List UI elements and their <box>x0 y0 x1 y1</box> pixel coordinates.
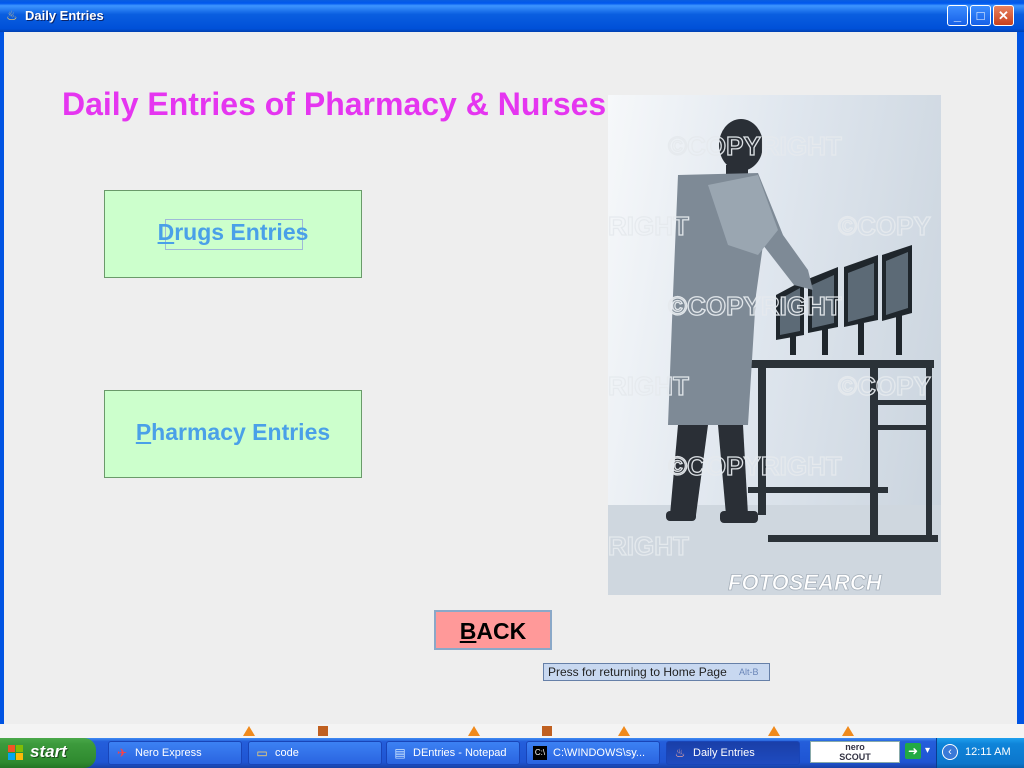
notepad-icon: ▤ <box>394 746 406 760</box>
nero-scout-toolbar[interactable]: nero SCOUT <box>810 741 900 763</box>
task-notepad[interactable]: ▤ DEntries - Notepad <box>386 741 520 765</box>
nero-icon: ✈ <box>116 746 128 760</box>
tooltip-text: Press for returning to Home Page <box>548 665 727 679</box>
windows-logo-icon <box>8 745 23 760</box>
doctor-photo: ©COPYRIGHT ©COPY RIGHT ©COPYRIGHT RIGHT … <box>608 95 941 595</box>
taskbar: start ✈ Nero Express ▭ code ▤ DEntries -… <box>0 738 1024 768</box>
go-arrow-icon[interactable]: ➜ <box>905 743 921 759</box>
watermark-text: ©COPYRIGHT <box>668 451 842 481</box>
page-title: Daily Entries of Pharmacy & Nurses <box>62 86 607 122</box>
pharmacy-entries-label: Pharmacy Entries <box>135 419 331 445</box>
watermark-text: RIGHT <box>608 531 689 561</box>
start-label: start <box>30 742 67 761</box>
watermark-text: RIGHT <box>608 211 689 241</box>
back-tooltip: Press for returning to Home Page Alt-B <box>543 663 770 681</box>
task-label: DEntries - Notepad <box>413 747 507 759</box>
title-bar[interactable]: ♨ Daily Entries _ □ ✕ <box>0 0 1024 32</box>
task-command-prompt[interactable]: C:\ C:\WINDOWS\sy... <box>526 741 660 765</box>
system-tray: ‹ 12:11 AM <box>936 738 1024 768</box>
watermark-text: RIGHT <box>608 371 689 401</box>
chevron-down-icon[interactable]: ▾ <box>925 745 930 756</box>
drugs-entries-button[interactable]: Drugs Entries <box>104 190 362 278</box>
task-label: code <box>275 747 299 759</box>
back-button[interactable]: BACK <box>434 610 552 650</box>
java-cup-icon: ♨ <box>674 746 686 760</box>
client-area: Daily Entries of Pharmacy & Nurses Drugs… <box>4 32 1017 724</box>
task-nero-express[interactable]: ✈ Nero Express <box>108 741 242 765</box>
watermark-text: ©COPY <box>838 211 931 241</box>
start-button[interactable]: start <box>0 738 96 768</box>
cmd-icon: C:\ <box>533 746 547 760</box>
close-button[interactable]: ✕ <box>993 5 1014 26</box>
watermark-text: ©COPYRIGHT <box>668 291 842 321</box>
drugs-entries-label: Drugs Entries <box>157 219 309 245</box>
java-cup-icon: ♨ <box>6 8 18 23</box>
task-code-folder[interactable]: ▭ code <box>248 741 382 765</box>
nero-scout-line2: SCOUT <box>839 752 871 762</box>
desktop-icons-strip <box>0 724 1024 738</box>
back-label: BACK <box>459 618 527 644</box>
task-label: Nero Express <box>135 747 202 759</box>
watermark-text: ©COPYRIGHT <box>668 131 842 161</box>
minimize-button[interactable]: _ <box>947 5 968 26</box>
folder-icon: ▭ <box>256 746 268 760</box>
pharmacy-entries-button[interactable]: Pharmacy Entries <box>104 390 362 478</box>
maximize-button[interactable]: □ <box>970 5 991 26</box>
task-label: Daily Entries <box>693 747 755 759</box>
task-daily-entries[interactable]: ♨ Daily Entries <box>666 741 800 765</box>
nero-scout-line1: nero <box>845 742 865 752</box>
app-window: ♨ Daily Entries _ □ ✕ Daily Entries of P… <box>0 0 1024 738</box>
fotosearch-brand: FOTOSEARCH <box>728 570 883 595</box>
window-title: Daily Entries <box>25 8 104 23</box>
task-label: C:\WINDOWS\sy... <box>553 747 646 759</box>
clock: 12:11 AM <box>965 746 1011 758</box>
tooltip-shortcut: Alt-B <box>739 667 759 677</box>
show-hidden-icons-button[interactable]: ‹ <box>942 744 958 760</box>
watermark-text: ©COPY <box>838 371 931 401</box>
